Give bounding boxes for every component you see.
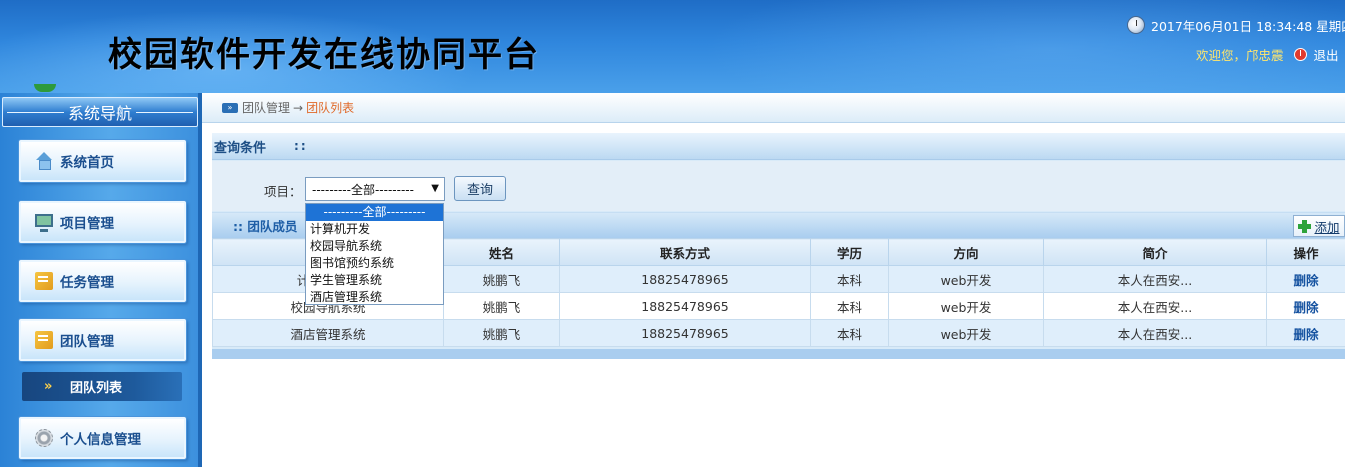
title-line-left [7,111,64,113]
sidebar: 系统导航 系统首页 项目管理 任务管理 团队管理 » 团队列表 个人信息管理 [0,93,202,467]
app-title: 校园软件开发在线协同平台 [108,35,540,75]
cell-contact: 18825478965 [559,292,811,320]
query-button[interactable]: 查询 [454,176,506,201]
sidebar-item-tasks[interactable]: 任务管理 [19,260,186,302]
cell-intro: 本人在西安... [1043,292,1267,320]
sidebar-item-team[interactable]: 团队管理 [19,319,186,361]
query-header-title: 查询条件 [214,140,267,156]
clock-icon [1127,16,1145,34]
title-line-right [136,111,194,113]
monitor-icon [35,214,53,232]
table-section-title: :: 团队成员 [233,219,298,234]
dropdown-option[interactable]: 计算机开发 [306,221,443,238]
gear-icon [35,429,53,447]
sidebar-title-text: 系统导航 [68,104,133,123]
add-button[interactable]: 添加 [1293,215,1345,237]
delete-link[interactable]: 删除 [1266,265,1345,293]
project-select[interactable]: ---------全部--------- ▼ [305,177,445,201]
user-area: 欢迎您，邝忠震 退出 [1196,45,1339,63]
column-header-action: 操作 [1266,238,1345,266]
panel-footer-bar [212,349,1345,359]
project-dropdown-list: ---------全部--------- 计算机开发 校园导航系统 图书馆预约系… [305,203,444,305]
sidebar-item-label: 任务管理 [60,275,114,291]
query-header: 查询条件 :: [212,133,1345,160]
sidebar-item-profile[interactable]: 个人信息管理 [19,417,186,459]
power-icon[interactable] [1293,47,1307,61]
column-header-name: 姓名 [443,238,560,266]
project-select-value: ---------全部--------- [312,182,414,197]
cell-education: 本科 [810,319,889,347]
breadcrumb-parent[interactable]: 团队管理 [242,99,290,116]
home-icon [35,152,53,170]
cell-education: 本科 [810,265,889,293]
sidebar-subitem-team-list[interactable]: » 团队列表 [22,372,182,401]
dropdown-option[interactable]: ---------全部--------- [306,204,443,221]
project-filter-label: 项目： [264,184,302,199]
breadcrumb-current: 团队列表 [306,101,355,115]
cell-intro: 本人在西安... [1043,265,1267,293]
dropdown-arrow-icon: ▼ [431,183,439,194]
chevron-right-icon: » [44,379,53,394]
sidebar-item-label: 项目管理 [60,216,114,232]
dropdown-option[interactable]: 校园导航系统 [306,238,443,255]
delete-link[interactable]: 删除 [1266,319,1345,347]
sidebar-item-projects[interactable]: 项目管理 [19,201,186,243]
dropdown-option[interactable]: 酒店管理系统 [306,289,443,306]
plus-icon [1298,219,1312,233]
cell-intro: 本人在西安... [1043,319,1267,347]
sidebar-item-label: 团队管理 [60,334,114,350]
logout-link[interactable]: 退出 [1314,45,1339,64]
sidebar-item-label: 系统首页 [60,155,114,171]
team-icon [35,331,53,349]
cell-direction: web开发 [888,292,1044,320]
sidebar-title: 系统导航 [2,97,198,127]
double-chevron-icon: » [222,102,238,113]
cell-education: 本科 [810,292,889,320]
column-header-education: 学历 [810,238,889,266]
sidebar-item-label: 个人信息管理 [60,432,141,448]
column-header-direction: 方向 [888,238,1044,266]
cell-name: 姚鹏飞 [443,319,560,347]
cell-name: 姚鹏飞 [443,292,560,320]
task-icon [35,272,53,290]
dropdown-option[interactable]: 学生管理系统 [306,272,443,289]
breadcrumb: » 团队管理 → 团队列表 [202,93,1345,123]
delete-link[interactable]: 删除 [1266,292,1345,320]
cell-direction: web开发 [888,265,1044,293]
column-header-intro: 简介 [1043,238,1267,266]
add-button-label: 添加 [1314,219,1340,235]
datetime-text: 2017年06月01日 18:34:48 星期四 [1151,18,1345,34]
breadcrumb-arrow: → [293,100,304,115]
sidebar-item-home[interactable]: 系统首页 [19,140,186,182]
sidebar-subitem-label: 团队列表 [70,381,123,396]
column-header-contact: 联系方式 [559,238,811,266]
welcome-text: 欢迎您，邝忠震 [1196,47,1284,63]
dropdown-option[interactable]: 图书馆预约系统 [306,255,443,272]
cell-contact: 18825478965 [559,265,811,293]
datetime: 2017年06月01日 18:34:48 星期四 [1127,16,1345,34]
table-row: 酒店管理系统 姚鹏飞 18825478965 本科 web开发 本人在西安...… [212,319,1345,347]
cell-direction: web开发 [888,319,1044,347]
query-header-suffix: :: [294,139,308,153]
cell-name: 姚鹏飞 [443,265,560,293]
cell-project: 酒店管理系统 [212,319,444,347]
header: 校园软件开发在线协同平台 2017年06月01日 18:34:48 星期四 欢迎… [0,0,1345,93]
cell-contact: 18825478965 [559,319,811,347]
